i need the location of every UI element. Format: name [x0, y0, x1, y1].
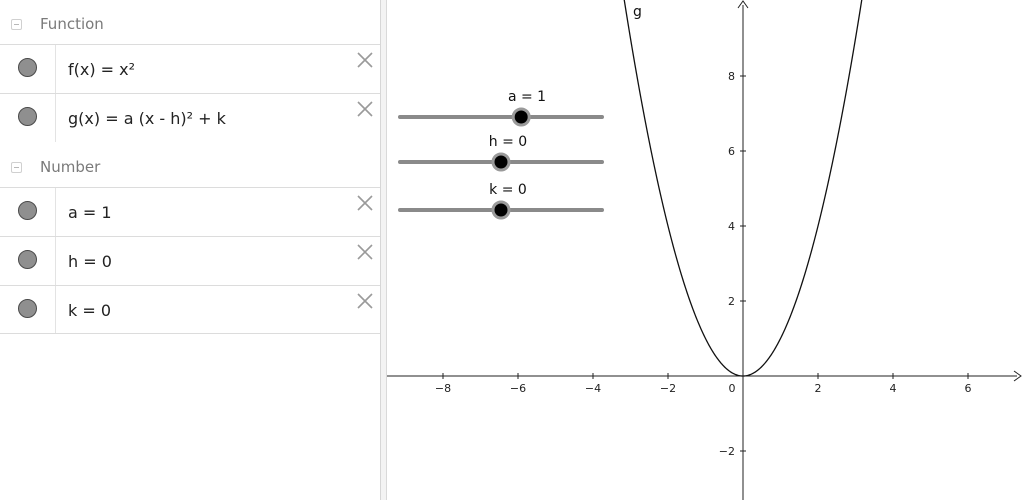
algebra-row-h[interactable]: h = 0 — [0, 236, 380, 285]
curve-label-g: g — [633, 4, 642, 20]
algebra-item-text[interactable]: g(x) = a (x - h)² + k — [68, 109, 226, 128]
group-label-function: Function — [40, 15, 104, 33]
slider-label-h: h = 0 — [489, 134, 527, 150]
visibility-toggle-icon[interactable] — [18, 58, 37, 77]
x-tick-label: 4 — [890, 382, 897, 395]
algebra-row-g[interactable]: g(x) = a (x - h)² + k — [0, 93, 380, 142]
algebra-item-text[interactable]: h = 0 — [68, 252, 112, 271]
visibility-cell — [0, 45, 56, 93]
visibility-cell — [0, 286, 56, 333]
slider-h[interactable]: h = 0 — [398, 134, 604, 172]
x-tick-label: −4 — [585, 382, 601, 395]
y-tick-label: −2 — [719, 445, 735, 458]
slider-label-k: k = 0 — [489, 182, 527, 198]
visibility-toggle-icon[interactable] — [18, 250, 37, 269]
slider-label-a: a = 1 — [508, 89, 546, 105]
collapse-icon[interactable] — [11, 162, 22, 173]
y-tick-label: 2 — [728, 295, 735, 308]
x-tick-label: −2 — [660, 382, 676, 395]
slider-a[interactable]: a = 1 — [398, 89, 604, 127]
x-tick-label: 2 — [815, 382, 822, 395]
group-label-number: Number — [40, 158, 101, 176]
algebra-item-text[interactable]: a = 1 — [68, 203, 112, 222]
visibility-cell — [0, 94, 56, 142]
x-tick-label: −6 — [510, 382, 526, 395]
slider-k[interactable]: k = 0 — [398, 182, 604, 220]
graphics-canvas[interactable]: −8 −6 −4 −2 0 2 4 6 8 6 4 2 −2 g a = 1 h… — [387, 0, 1024, 500]
slider-knob[interactable] — [511, 107, 531, 127]
group-header-number[interactable]: Number — [0, 145, 380, 189]
axes — [387, 0, 1022, 500]
algebra-row-f[interactable]: f(x) = x² — [0, 44, 380, 93]
group-header-function[interactable]: Function — [0, 2, 380, 46]
y-tick-label: 6 — [728, 145, 735, 158]
delete-icon[interactable] — [356, 51, 374, 69]
x-tick-label: 6 — [965, 382, 972, 395]
collapse-icon[interactable] — [11, 19, 22, 30]
algebra-row-a[interactable]: a = 1 — [0, 187, 380, 236]
y-ticks: 8 6 4 2 −2 — [719, 70, 746, 458]
y-tick-label: 4 — [728, 220, 735, 233]
delete-icon[interactable] — [356, 243, 374, 261]
algebra-item-text[interactable]: k = 0 — [68, 301, 111, 320]
slider-knob[interactable] — [491, 200, 511, 220]
delete-icon[interactable] — [356, 100, 374, 118]
algebra-row-k[interactable]: k = 0 — [0, 285, 380, 334]
graphics-view[interactable]: −8 −6 −4 −2 0 2 4 6 8 6 4 2 −2 g a = 1 h… — [387, 0, 1024, 500]
origin-label: 0 — [729, 382, 736, 395]
algebra-item-text[interactable]: f(x) = x² — [68, 60, 135, 79]
delete-icon[interactable] — [356, 194, 374, 212]
visibility-toggle-icon[interactable] — [18, 299, 37, 318]
visibility-toggle-icon[interactable] — [18, 201, 37, 220]
slider-knob[interactable] — [491, 152, 511, 172]
visibility-cell — [0, 237, 56, 285]
x-tick-label: −8 — [435, 382, 451, 395]
visibility-toggle-icon[interactable] — [18, 107, 37, 126]
delete-icon[interactable] — [356, 292, 374, 310]
y-tick-label: 8 — [728, 70, 735, 83]
algebra-view: Function f(x) = x² g(x) = a (x - h)² + k… — [0, 0, 381, 500]
visibility-cell — [0, 188, 56, 236]
